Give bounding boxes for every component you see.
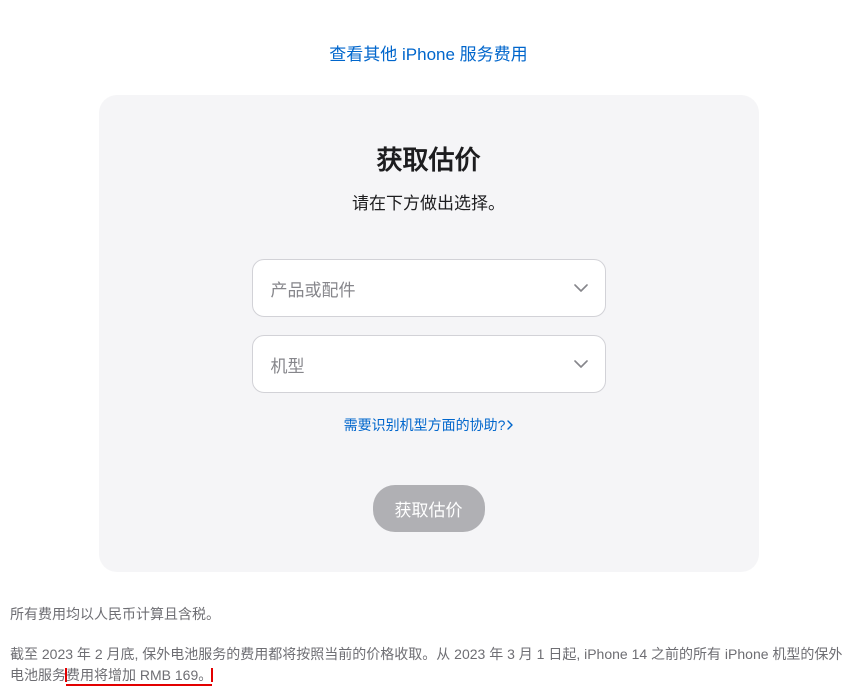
card-subtitle: 请在下方做出选择。 [139, 189, 719, 214]
get-estimate-button[interactable]: 获取估价 [373, 485, 485, 532]
chevron-right-icon [507, 417, 513, 433]
other-iphone-services-link[interactable]: 查看其他 iPhone 服务费用 [329, 45, 527, 64]
estimate-card: 获取估价 请在下方做出选择。 产品或配件 机型 需要识别机型方面的协助? 获取估… [99, 95, 759, 572]
help-link-label: 需要识别机型方面的协助? [344, 415, 506, 435]
product-select[interactable]: 产品或配件 [252, 259, 606, 317]
model-select-placeholder: 机型 [271, 352, 305, 377]
product-select-placeholder: 产品或配件 [271, 276, 356, 301]
identify-model-help-link[interactable]: 需要识别机型方面的协助? [344, 415, 514, 435]
model-select[interactable]: 机型 [252, 335, 606, 393]
footer-highlight: 费用将增加 RMB 169。 [66, 667, 212, 686]
card-title: 获取估价 [139, 140, 719, 177]
footer-line-1: 所有费用均以人民币计算且含税。 [10, 604, 847, 626]
footer-line-2: 截至 2023 年 2 月底, 保外电池服务的费用都将按照当前的价格收取。从 2… [10, 644, 847, 687]
footer-text: 所有费用均以人民币计算且含税。 截至 2023 年 2 月底, 保外电池服务的费… [0, 572, 857, 687]
